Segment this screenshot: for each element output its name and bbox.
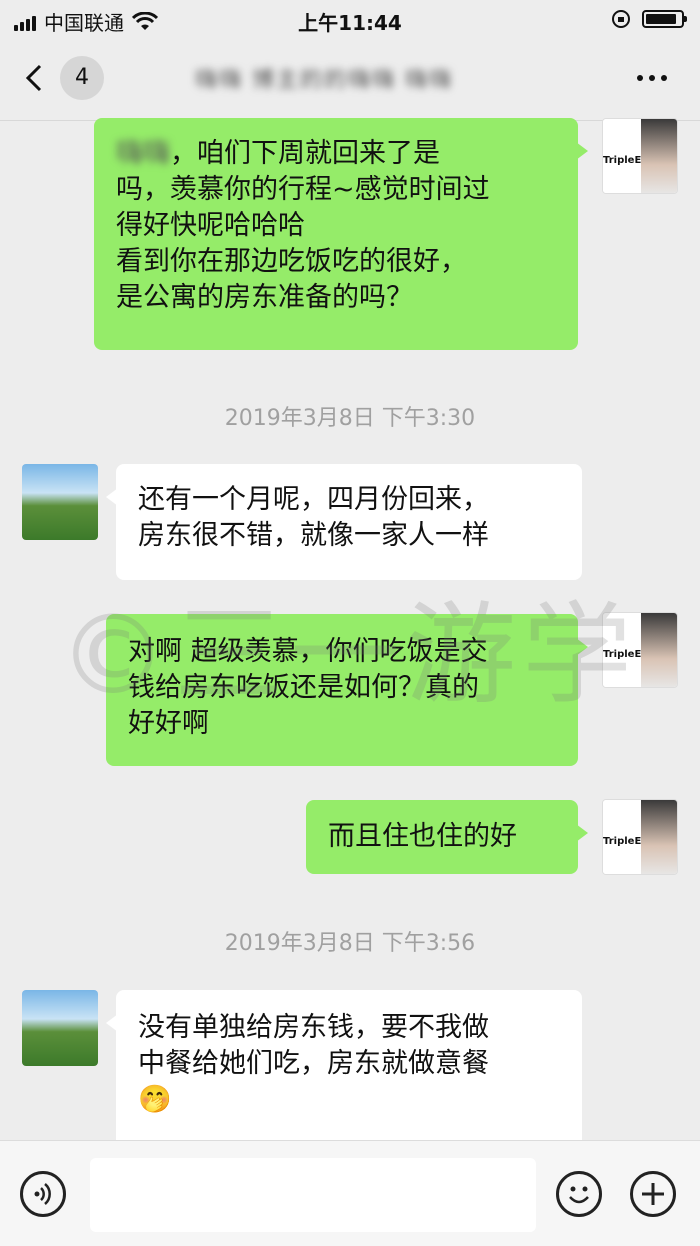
message-line: 得好快呢哈哈哈	[116, 210, 305, 241]
unread-badge: 4	[60, 56, 104, 100]
contact-avatar[interactable]	[22, 990, 98, 1066]
tripleE-logo: TripleE	[603, 119, 641, 193]
status-right	[610, 8, 687, 30]
status-time: 上午11:44	[298, 11, 402, 35]
timestamp: 2019年3月8日 下午3:30	[224, 406, 476, 431]
blurred-name: 嗨嗨	[116, 138, 170, 169]
watermark: ©三一游学	[58, 591, 638, 719]
my-avatar[interactable]: TripleE	[602, 799, 678, 875]
plus-icon	[642, 1183, 664, 1205]
more-button[interactable]	[634, 62, 670, 95]
input-bar	[0, 1140, 700, 1246]
battery-icon	[642, 10, 687, 28]
message-line: 嗨嗨，咱们下周就回来了是	[116, 138, 440, 169]
message-bubble-outgoing[interactable]: 嗨嗨，咱们下周就回来了是 吗，羡慕你的行程~感觉时间过 得好快呢哈哈哈 看到你在…	[94, 118, 588, 350]
message-bubble-incoming[interactable]: 没有单独给房东钱，要不我做 中餐给她们吃，房东就做意餐 🤭	[106, 990, 582, 1150]
contact-avatar[interactable]	[22, 464, 98, 540]
message-line: 看到你在那边吃饭吃的很好，	[116, 246, 467, 277]
portrait-image	[641, 800, 677, 874]
portrait-image	[641, 119, 677, 193]
chat-header: 4 嗨嗨 博主的的嗨嗨 嗨嗨	[0, 40, 700, 121]
voice-icon	[34, 1183, 51, 1205]
emoji-icon	[569, 1186, 589, 1204]
message-line: 没有单独给房东钱，要不我做	[138, 1012, 489, 1043]
message-line: 房东很不错，就像一家人一样	[138, 520, 489, 551]
back-button[interactable]	[22, 58, 62, 102]
plus-button[interactable]	[630, 1171, 676, 1217]
chevron-left-icon	[25, 64, 42, 92]
message-line: 是公寓的房东准备的吗？	[116, 282, 413, 313]
message-line: 而且住也住的好	[328, 821, 517, 852]
message-line: 还有一个月呢，四月份回来，	[138, 484, 489, 515]
emoji-button[interactable]	[556, 1171, 602, 1217]
message-line: 中餐给她们吃，房东就做意餐	[138, 1048, 489, 1079]
message-input[interactable]	[90, 1158, 536, 1232]
rotation-lock-icon	[612, 10, 630, 28]
portrait-image	[641, 613, 677, 687]
emoji: 🤭	[138, 1084, 172, 1115]
message-bubble-incoming[interactable]: 还有一个月呢，四月份回来， 房东很不错，就像一家人一样	[106, 464, 582, 580]
message-line: 吗，羡慕你的行程~感觉时间过	[116, 174, 490, 205]
chat-title: 嗨嗨 博主的的嗨嗨 嗨嗨	[195, 68, 453, 93]
voice-button[interactable]	[20, 1171, 66, 1217]
message-bubble-outgoing[interactable]: 而且住也住的好	[306, 800, 588, 874]
timestamp: 2019年3月8日 下午3:56	[224, 931, 476, 956]
status-bar: 中国联通 上午11:44	[0, 0, 700, 40]
tripleE-logo: TripleE	[603, 800, 641, 874]
more-dots-icon	[637, 75, 667, 81]
my-avatar[interactable]: TripleE	[602, 118, 678, 194]
